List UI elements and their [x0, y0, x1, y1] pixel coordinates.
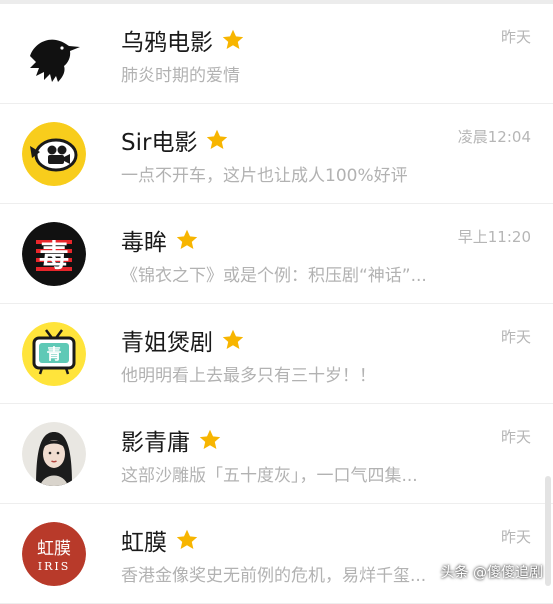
conversation-preview: 他明明看上去最多只有三十岁！！: [121, 366, 376, 386]
conversation-item[interactable]: Sir电影 一点不开车，这片也让成人100%好评 凌晨12:04: [0, 104, 553, 204]
conversation-item[interactable]: 毒 毒眸 《锦衣之下》或是个例：积压剧“神话”... 早上11:20: [0, 204, 553, 304]
scrollbar[interactable]: [545, 476, 551, 586]
tv-avatar-icon[interactable]: 青: [22, 322, 86, 386]
iris-logo-cn-text: 虹膜: [37, 539, 71, 559]
conversation-title-line: 虹膜: [121, 524, 199, 556]
conversation-item[interactable]: 影青庸 这部沙雕版「五十度灰」，一口气四集... 昨天: [0, 404, 553, 504]
film-camera-avatar-icon[interactable]: [22, 122, 86, 186]
conversation-title-line: 青姐煲剧: [121, 324, 245, 356]
conversation-title-line: 影青庸: [121, 424, 222, 456]
conversation-name: 影青庸: [121, 430, 190, 456]
star-icon: [198, 428, 222, 452]
conversation-time: 昨天: [500, 328, 531, 346]
conversation-preview: 这部沙雕版「五十度灰」，一口气四集...: [121, 466, 418, 486]
conversation-preview: 香港金像奖史无前例的危机，易烊千玺...: [121, 566, 427, 586]
conversation-name: 毒眸: [121, 230, 167, 256]
star-icon: [221, 328, 245, 352]
dumou-avatar-icon[interactable]: 毒: [22, 222, 86, 286]
conversation-item[interactable]: 虹膜 IRIS 虹膜 香港金像奖史无前例的危机，易烊千玺... 昨天: [0, 504, 553, 604]
conversation-preview: 肺炎时期的爱情: [121, 66, 240, 86]
watermark-text: 头条 @傻傻追剧: [440, 565, 543, 581]
dumou-logo-text: 毒: [39, 239, 69, 274]
conversation-time: 凌晨12:04: [457, 128, 531, 146]
conversation-title-line: Sir电影: [121, 124, 229, 156]
conversation-item[interactable]: 青 青姐煲剧 他明明看上去最多只有三十岁！！ 昨天: [0, 304, 553, 404]
star-icon: [175, 528, 199, 552]
conversation-list: 乌鸦电影 肺炎时期的爱情 昨天 Sir电影 一点不开车，这片也让成人100%好评…: [0, 4, 553, 604]
conversation-item[interactable]: 乌鸦电影 肺炎时期的爱情 昨天: [0, 4, 553, 104]
conversation-time: 昨天: [500, 28, 531, 46]
conversation-name: 青姐煲剧: [121, 330, 213, 356]
iris-logo-en-text: IRIS: [38, 560, 71, 573]
conversation-preview: 《锦衣之下》或是个例：积压剧“神话”...: [121, 266, 427, 286]
star-icon: [221, 28, 245, 52]
conversation-title-line: 乌鸦电影: [121, 24, 245, 56]
conversation-title-line: 毒眸: [121, 224, 199, 256]
conversation-time: 昨天: [500, 428, 531, 446]
conversation-name: 虹膜: [121, 530, 167, 556]
crow-avatar-icon[interactable]: [22, 22, 86, 86]
star-icon: [175, 228, 199, 252]
tv-screen-text: 青: [46, 345, 61, 363]
star-icon: [205, 128, 229, 152]
conversation-time: 早上11:20: [457, 228, 531, 246]
portrait-avatar-icon[interactable]: [22, 422, 86, 486]
conversation-preview: 一点不开车，这片也让成人100%好评: [121, 166, 408, 186]
conversation-name: 乌鸦电影: [121, 30, 213, 56]
conversation-time: 昨天: [500, 528, 531, 546]
conversation-name: Sir电影: [121, 130, 198, 156]
iris-avatar-icon[interactable]: 虹膜 IRIS: [22, 522, 86, 586]
